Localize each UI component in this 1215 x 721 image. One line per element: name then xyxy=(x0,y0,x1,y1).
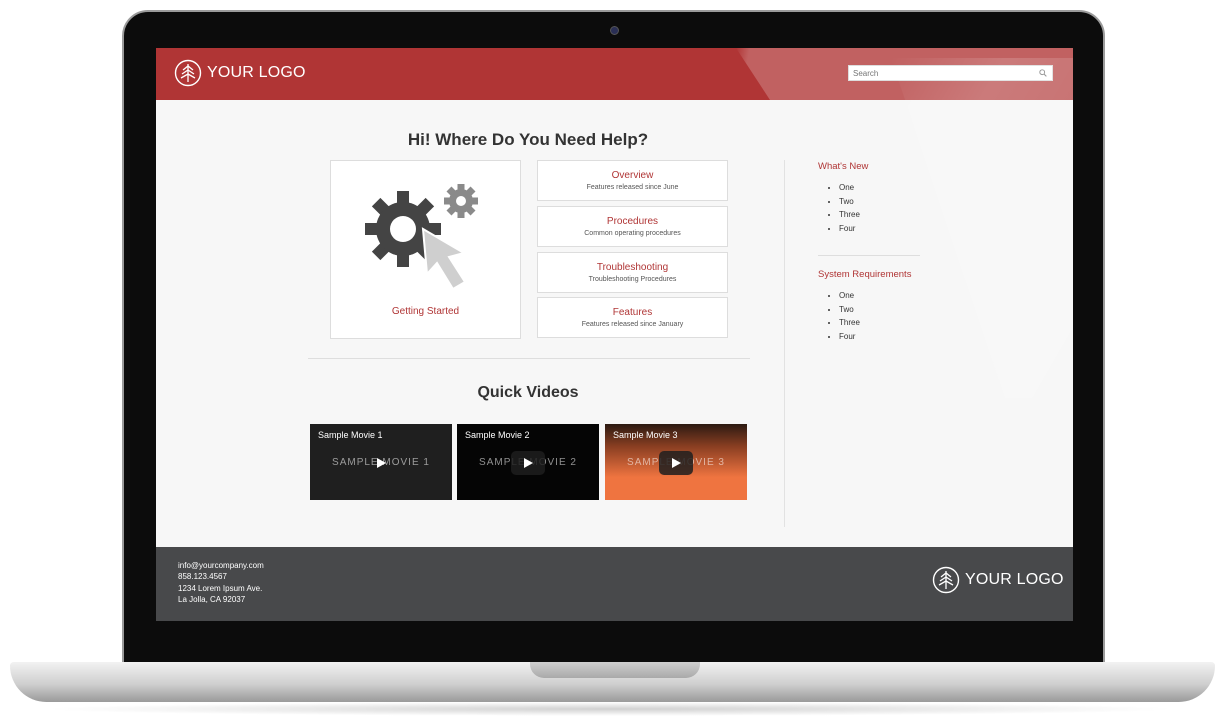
screen-glare xyxy=(891,58,1073,398)
play-icon[interactable] xyxy=(364,451,398,475)
list-item[interactable]: Three xyxy=(839,316,860,330)
card-procedures[interactable]: Procedures Common operating procedures xyxy=(537,206,728,247)
list-item[interactable]: Four xyxy=(839,330,860,344)
search-icon[interactable] xyxy=(1039,69,1047,77)
card-title[interactable]: Procedures xyxy=(538,216,727,227)
tree-logo-icon xyxy=(174,59,202,87)
footer-logo[interactable]: YOUR LOGO xyxy=(932,566,1064,594)
whats-new-list: One Two Three Four xyxy=(839,181,860,235)
video-thumbnail-2[interactable]: Sample Movie 2 SAMPLE MOVIE 2 xyxy=(457,424,599,500)
getting-started-tile[interactable]: Getting Started xyxy=(330,160,521,339)
play-icon[interactable] xyxy=(659,451,693,475)
video-thumbnail-3[interactable]: Sample Movie 3 SAMPLE MOVIE 3 xyxy=(605,424,747,500)
video-title: Sample Movie 2 xyxy=(465,430,530,440)
card-subtitle: Common operating procedures xyxy=(584,230,681,237)
page-title: Hi! Where Do You Need Help? xyxy=(407,130,649,149)
video-thumbnail-1[interactable]: Sample Movie 1 SAMPLE MOVIE 1 xyxy=(310,424,452,500)
system-requirements-list: One Two Three Four xyxy=(839,289,860,343)
list-item[interactable]: One xyxy=(839,289,860,303)
screen: YOUR LOGO Hi! Where Do You Need Help? xyxy=(156,48,1073,621)
card-troubleshooting[interactable]: Troubleshooting Troubleshooting Procedur… xyxy=(537,252,728,293)
list-item[interactable]: One xyxy=(839,181,860,195)
card-title[interactable]: Troubleshooting xyxy=(538,262,727,273)
list-item[interactable]: Two xyxy=(839,303,860,317)
card-title[interactable]: Overview xyxy=(538,170,727,181)
list-item[interactable]: Two xyxy=(839,195,860,209)
logo-text: YOUR LOGO xyxy=(965,571,1064,588)
site-header: YOUR LOGO xyxy=(156,48,1073,100)
card-subtitle: Troubleshooting Procedures xyxy=(588,276,677,283)
search-box[interactable] xyxy=(848,65,1053,81)
play-icon[interactable] xyxy=(511,451,545,475)
list-item[interactable]: Three xyxy=(839,208,860,222)
contact-email[interactable]: info@yourcompany.com xyxy=(178,560,264,571)
card-subtitle: Features released since January xyxy=(581,321,684,328)
search-input[interactable] xyxy=(849,68,1029,78)
list-item[interactable]: Four xyxy=(839,222,860,236)
tree-logo-icon xyxy=(932,566,960,594)
laptop-notch xyxy=(530,662,700,678)
card-subtitle: Features released since June xyxy=(586,184,679,191)
gears-cursor-icon xyxy=(365,184,478,291)
section-divider xyxy=(308,358,750,359)
sidebar-divider xyxy=(784,160,785,527)
site-footer: info@yourcompany.com 858.123.4567 1234 L… xyxy=(156,547,1073,621)
whats-new-heading[interactable]: What's New xyxy=(818,161,868,172)
card-overview[interactable]: Overview Features released since June xyxy=(537,160,728,201)
video-title: Sample Movie 1 xyxy=(318,430,383,440)
header-logo[interactable]: YOUR LOGO xyxy=(174,59,306,87)
webcam-icon xyxy=(610,26,619,35)
contact-address-line2: La Jolla, CA 92037 xyxy=(178,594,246,604)
sidebar-section-divider xyxy=(818,255,920,256)
getting-started-label[interactable]: Getting Started xyxy=(331,306,520,317)
card-features[interactable]: Features Features released since January xyxy=(537,297,728,338)
videos-title: Quick Videos xyxy=(477,384,579,401)
contact-address-line1: 1234 Lorem Ipsum Ave. xyxy=(178,583,263,593)
laptop-shadow xyxy=(40,702,1180,716)
system-requirements-heading[interactable]: System Requirements xyxy=(818,269,911,280)
card-title[interactable]: Features xyxy=(538,307,727,318)
logo-text: YOUR LOGO xyxy=(207,64,306,81)
contact-info: info@yourcompany.com 858.123.4567 1234 L… xyxy=(178,560,264,605)
video-title: Sample Movie 3 xyxy=(613,430,678,440)
contact-phone: 858.123.4567 xyxy=(178,572,227,582)
